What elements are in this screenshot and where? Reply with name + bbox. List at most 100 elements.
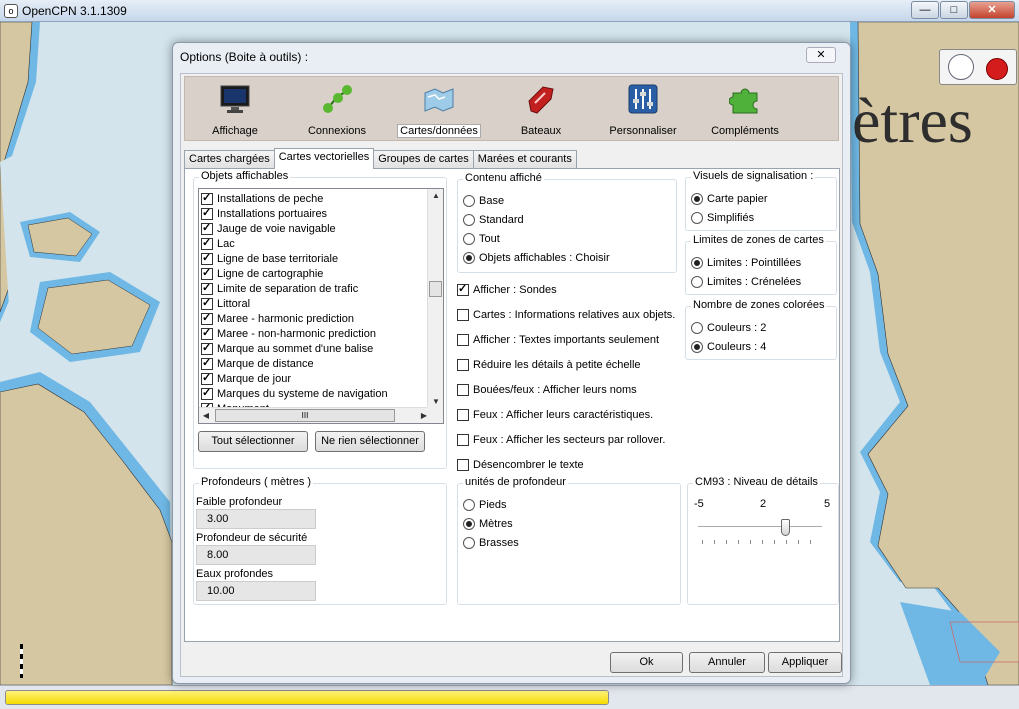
display-option-checkbox[interactable]: Bouées/feux : Afficher leurs noms xyxy=(457,383,637,397)
objects-listbox[interactable]: Installations de peche Installations port… xyxy=(198,188,444,424)
list-item[interactable]: Installations de peche xyxy=(199,191,431,206)
list-item[interactable]: Ligne de base territoriale xyxy=(199,251,431,266)
list-item[interactable]: Maree - non-harmonic prediction xyxy=(199,326,431,341)
contenu-option[interactable]: Tout xyxy=(463,232,500,246)
toolbar-complements[interactable]: Compléments xyxy=(697,81,793,139)
limites-option[interactable]: Limites : Crénelées xyxy=(691,275,801,289)
apply-button[interactable]: Appliquer xyxy=(768,652,842,673)
radio-button[interactable] xyxy=(463,499,475,511)
radio-button[interactable] xyxy=(463,233,475,245)
checkbox[interactable] xyxy=(201,327,213,340)
cm93-slider-thumb[interactable] xyxy=(780,519,790,536)
list-item[interactable]: Littoral xyxy=(199,296,431,311)
toolbar-personnaliser[interactable]: Personnaliser xyxy=(595,81,691,139)
compass-widget[interactable] xyxy=(939,49,1017,85)
scroll-thumb[interactable] xyxy=(429,281,442,297)
list-vertical-scrollbar[interactable]: ▲ ▼ xyxy=(427,189,443,409)
radio-button[interactable] xyxy=(463,537,475,549)
display-option-checkbox[interactable]: Afficher : Textes importants seulement xyxy=(457,333,659,347)
compass-icon[interactable] xyxy=(948,54,974,80)
faible-profondeur-field[interactable]: 3.00 xyxy=(196,509,316,529)
display-option-checkbox[interactable]: Réduire les détails à petite échelle xyxy=(457,358,641,372)
radio-button[interactable] xyxy=(463,214,475,226)
list-item[interactable]: Limite de separation de trafic xyxy=(199,281,431,296)
display-option-checkbox[interactable]: Feux : Afficher les secteurs par rollove… xyxy=(457,433,665,447)
checkbox[interactable] xyxy=(201,267,213,280)
checkbox[interactable] xyxy=(457,409,469,421)
visuels-option[interactable]: Carte papier xyxy=(691,192,768,206)
limites-option[interactable]: Limites : Pointillées xyxy=(691,256,801,270)
toolbar-affichage[interactable]: Affichage xyxy=(187,81,283,139)
radio-button[interactable] xyxy=(463,518,475,530)
radio-button[interactable] xyxy=(691,341,703,353)
checkbox[interactable] xyxy=(201,237,213,250)
checkbox[interactable] xyxy=(457,459,469,471)
radio-button[interactable] xyxy=(463,252,475,264)
eaux-profondes-field[interactable]: 10.00 xyxy=(196,581,316,601)
scroll-thumb[interactable]: III xyxy=(215,409,395,422)
unites-option[interactable]: Pieds xyxy=(463,498,507,512)
maximize-button[interactable]: □ xyxy=(940,1,968,19)
display-option-checkbox[interactable]: Désencombrer le texte xyxy=(457,458,584,472)
minimize-button[interactable]: — xyxy=(911,1,939,19)
checkbox[interactable] xyxy=(457,334,469,346)
record-icon[interactable] xyxy=(986,58,1008,80)
scroll-up-icon[interactable]: ▲ xyxy=(428,189,443,203)
list-item[interactable]: Marque de distance xyxy=(199,356,431,371)
couleurs-option[interactable]: Couleurs : 4 xyxy=(691,340,766,354)
list-item[interactable]: Jauge de voie navigable xyxy=(199,221,431,236)
tab-cartes-chargees[interactable]: Cartes chargées xyxy=(184,150,275,168)
contenu-option[interactable]: Base xyxy=(463,194,504,208)
list-item[interactable]: Installations portuaires xyxy=(199,206,431,221)
dialog-close-button[interactable]: ✕ xyxy=(806,47,836,63)
list-item[interactable]: Marque de jour xyxy=(199,371,431,386)
tab-cartes-vectorielles[interactable]: Cartes vectorielles xyxy=(273,148,375,169)
close-window-button[interactable]: ✕ xyxy=(969,1,1015,19)
checkbox[interactable] xyxy=(457,283,469,296)
radio-button[interactable] xyxy=(463,195,475,207)
ok-button[interactable]: Ok xyxy=(610,652,683,673)
checkbox[interactable] xyxy=(201,192,213,205)
checkbox[interactable] xyxy=(201,387,213,400)
checkbox[interactable] xyxy=(201,297,213,310)
checkbox[interactable] xyxy=(457,359,469,371)
contenu-option[interactable]: Objets affichables : Choisir xyxy=(463,251,610,265)
checkbox[interactable] xyxy=(201,222,213,235)
scroll-left-icon[interactable]: ◀ xyxy=(199,408,213,423)
tab-groupes-de-cartes[interactable]: Groupes de cartes xyxy=(373,150,474,168)
radio-button[interactable] xyxy=(691,276,703,288)
display-option-checkbox[interactable]: Afficher : Sondes xyxy=(457,283,557,297)
checkbox[interactable] xyxy=(457,434,469,446)
visuels-option[interactable]: Simplifiés xyxy=(691,211,754,225)
toolbar-connexions[interactable]: Connexions xyxy=(289,81,385,139)
cancel-button[interactable]: Annuler xyxy=(689,652,765,673)
checkbox[interactable] xyxy=(457,309,469,321)
display-option-checkbox[interactable]: Feux : Afficher leurs caractéristiques. xyxy=(457,408,653,422)
tab-marees-et-courants[interactable]: Marées et courants xyxy=(472,150,577,168)
select-none-button[interactable]: Ne rien sélectionner xyxy=(315,431,425,452)
display-option-checkbox[interactable]: Cartes : Informations relatives aux obje… xyxy=(457,308,675,322)
checkbox[interactable] xyxy=(201,312,213,325)
checkbox[interactable] xyxy=(201,357,213,370)
checkbox[interactable] xyxy=(201,207,213,220)
cm93-slider-track[interactable] xyxy=(698,526,822,528)
list-item[interactable]: Ligne de cartographie xyxy=(199,266,431,281)
unites-option[interactable]: Mètres xyxy=(463,517,513,531)
list-item[interactable]: Marques du systeme de navigation xyxy=(199,386,431,401)
list-horizontal-scrollbar[interactable]: ◀ III ▶ xyxy=(199,407,431,423)
checkbox[interactable] xyxy=(201,252,213,265)
contenu-option[interactable]: Standard xyxy=(463,213,524,227)
radio-button[interactable] xyxy=(691,257,703,269)
radio-button[interactable] xyxy=(691,212,703,224)
toolbar-cartes-donnees[interactable]: Cartes/données xyxy=(391,81,487,139)
list-item[interactable]: Lac xyxy=(199,236,431,251)
select-all-button[interactable]: Tout sélectionner xyxy=(198,431,308,452)
toolbar-bateaux[interactable]: Bateaux xyxy=(493,81,589,139)
list-item[interactable]: Marque au sommet d'une balise xyxy=(199,341,431,356)
checkbox[interactable] xyxy=(201,342,213,355)
profondeur-securite-field[interactable]: 8.00 xyxy=(196,545,316,565)
radio-button[interactable] xyxy=(691,322,703,334)
radio-button[interactable] xyxy=(691,193,703,205)
list-item[interactable]: Maree - harmonic prediction xyxy=(199,311,431,326)
checkbox[interactable] xyxy=(457,384,469,396)
